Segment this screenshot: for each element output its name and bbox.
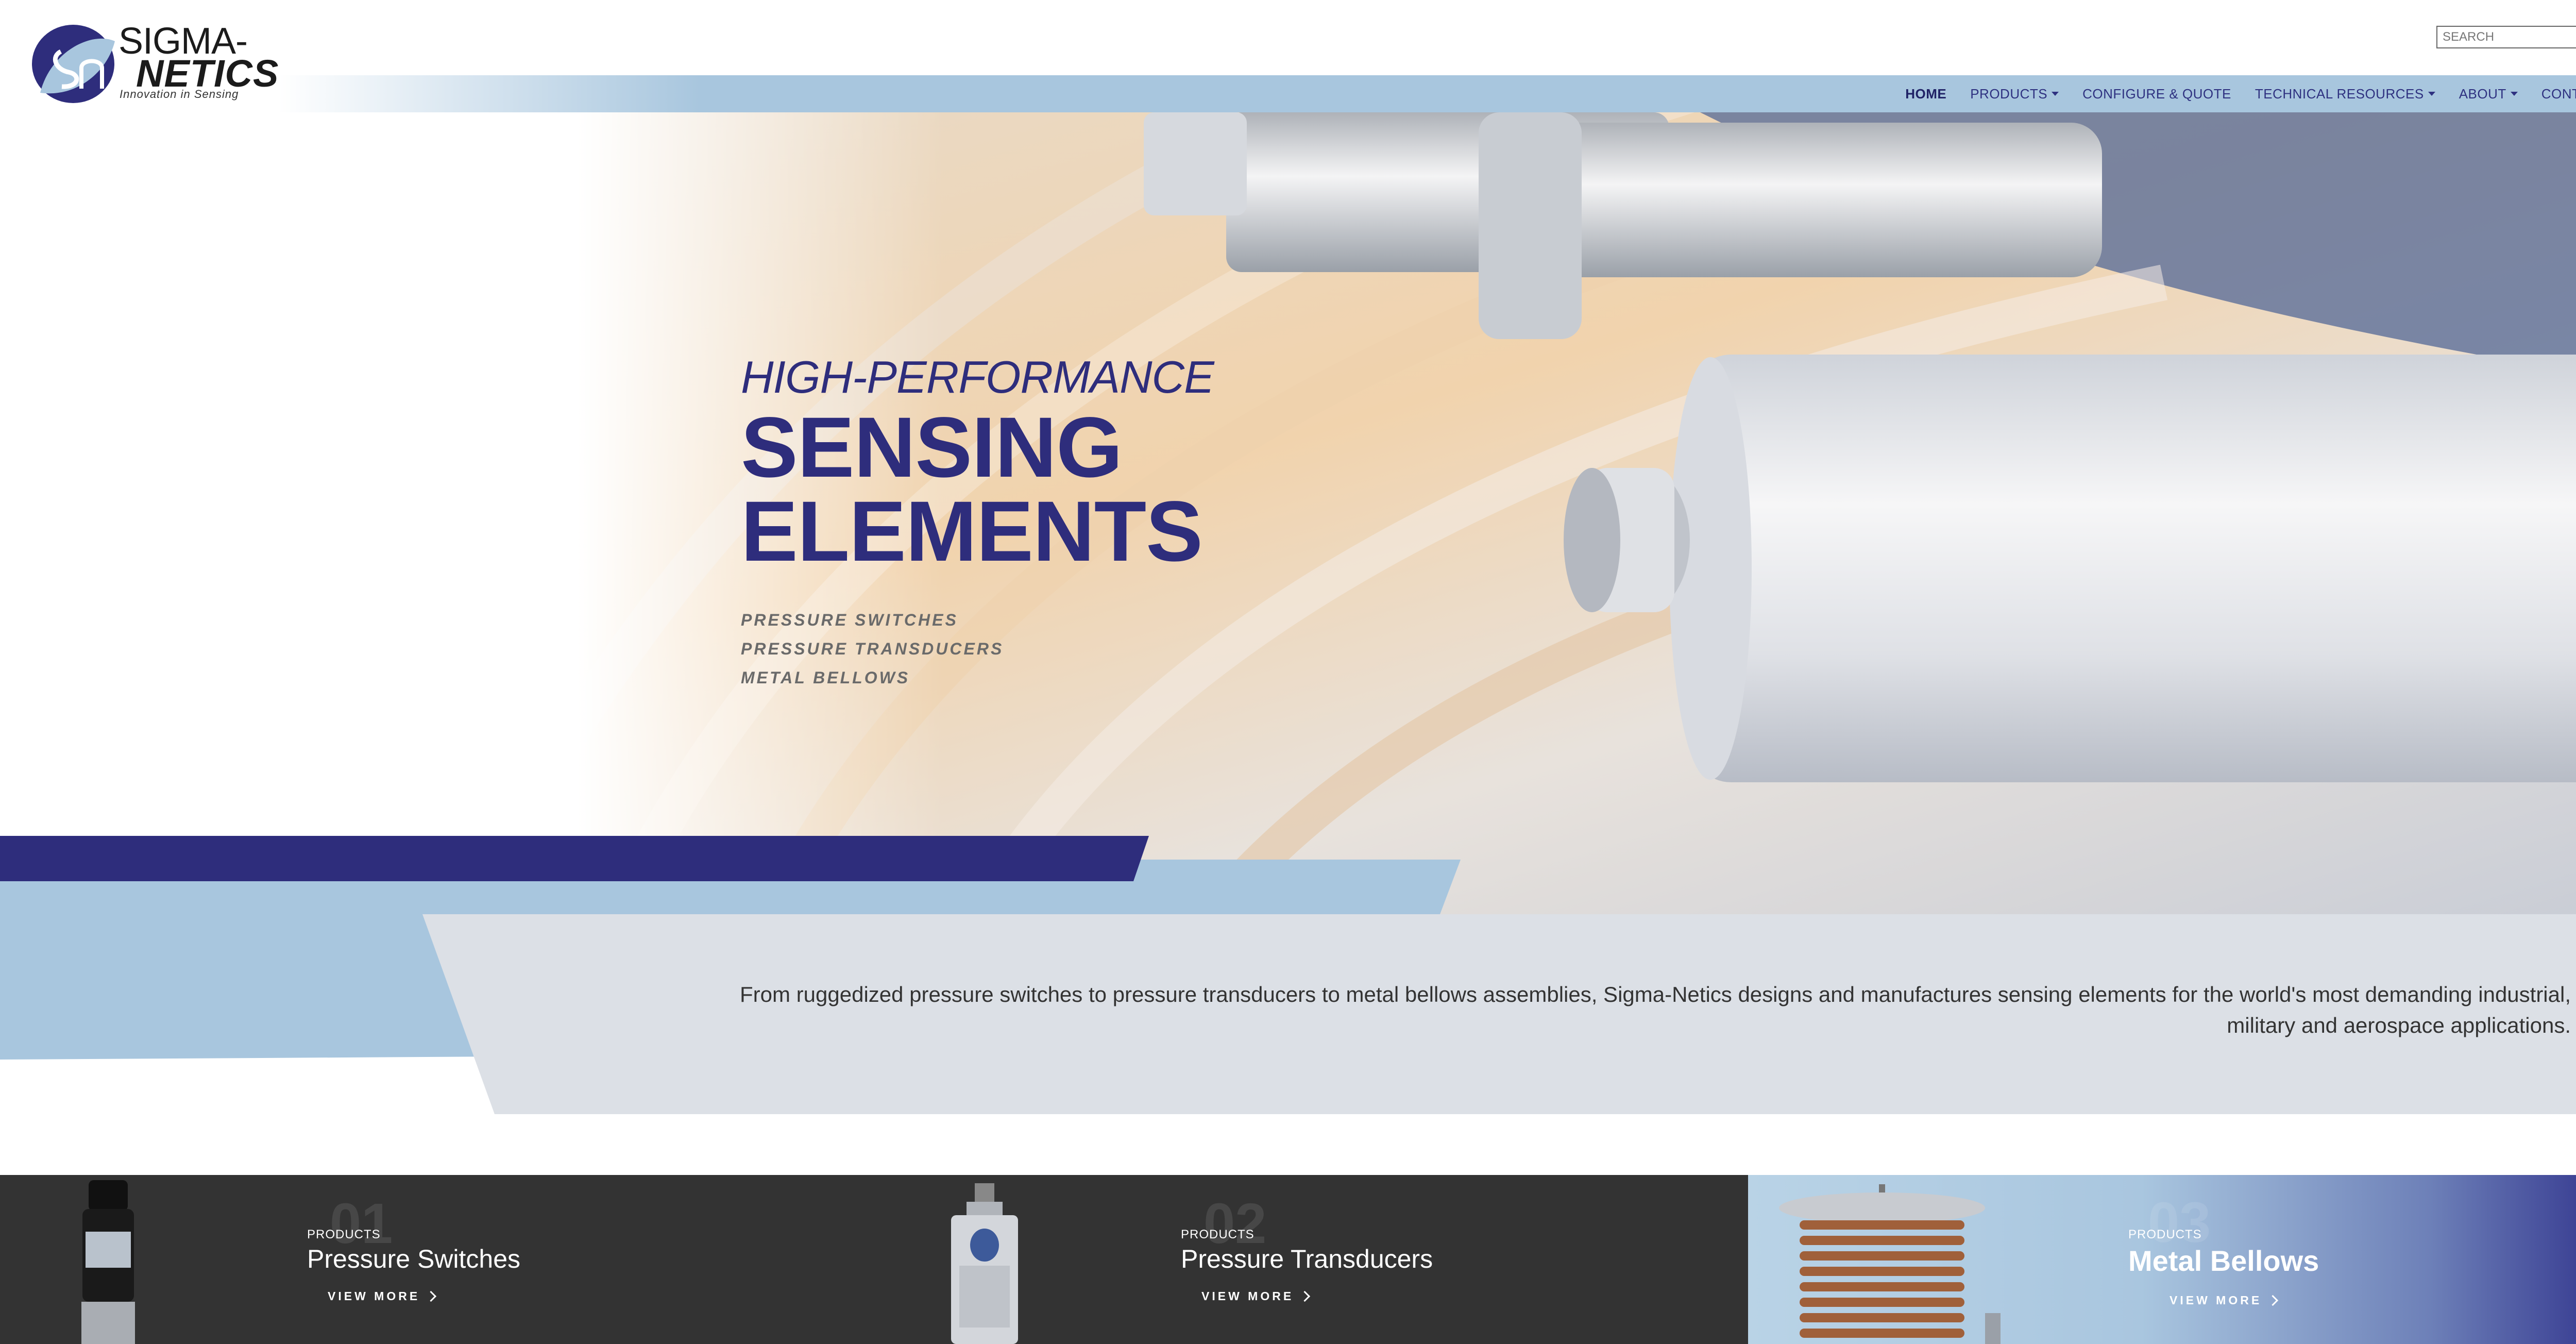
nav-item-technical-resources[interactable]: TECHNICAL RESOURCES	[2255, 86, 2435, 102]
hero-list-item: METAL BELLOWS	[741, 668, 910, 687]
nav-item-label: HOME	[1905, 86, 1947, 102]
hero-kicker: HIGH-PERFORMANCE	[741, 351, 1214, 402]
view-more-label: VIEW MORE	[1201, 1289, 1294, 1303]
hero-title-line2: ELEMENTS	[741, 483, 1203, 579]
card-title: Pressure Switches	[307, 1245, 521, 1273]
nav-item-products[interactable]: PRODUCTS	[1970, 86, 2059, 102]
product-card-metal-bellows[interactable]: 03 PRODUCTS Metal Bellows VIEW MORE	[1748, 1175, 2576, 1344]
nav-item-about[interactable]: ABOUT	[2459, 86, 2518, 102]
caret-down-icon	[2510, 92, 2518, 96]
logo-tagline: Innovation in Sensing	[120, 88, 239, 100]
card-kicker: PRODUCTS	[2128, 1228, 2202, 1241]
view-more-link[interactable]: VIEW MORE	[2170, 1293, 2279, 1307]
caret-down-icon	[2052, 92, 2059, 96]
pressure-switch-image	[81, 1180, 135, 1344]
chevron-right-icon	[426, 1290, 437, 1302]
metal-bellows-image	[1779, 1184, 2001, 1344]
brand-logo[interactable]: SIGMA- NETICS Innovation in Sensing	[30, 21, 278, 105]
hero-product-list: PRESSURE SWITCHES PRESSURE TRANSDUCERS M…	[741, 606, 1462, 692]
nav-menu: HOME PRODUCTS CONFIGURE & QUOTE TECHNICA…	[1905, 75, 2576, 112]
intro-paragraph: From ruggedized pressure switches to pre…	[740, 982, 2571, 1037]
hero-banner: HIGH-PERFORMANCE SENSING ELEMENTS PRESSU…	[0, 112, 2576, 914]
nav-item-label: CONFIGURE & QUOTE	[2082, 86, 2231, 102]
nav-item-contact[interactable]: CONTACT	[2541, 86, 2576, 102]
product-card-pressure-switches[interactable]: 01 PRODUCTS Pressure Switches VIEW MORE	[0, 1175, 874, 1344]
card-title: Pressure Transducers	[1181, 1245, 1433, 1273]
card-kicker: PRODUCTS	[1181, 1228, 1255, 1241]
hero-title-line1: SENSING	[741, 400, 1123, 495]
product-card-pressure-transducers[interactable]: 02 PRODUCTS Pressure Transducers VIEW MO…	[874, 1175, 1748, 1344]
chevron-right-icon	[1299, 1290, 1311, 1302]
nav-item-label: CONTACT	[2541, 86, 2576, 102]
view-more-label: VIEW MORE	[2170, 1293, 2262, 1307]
logo-mark-icon	[32, 25, 115, 103]
main-navbar: HOME PRODUCTS CONFIGURE & QUOTE TECHNICA…	[278, 75, 2576, 112]
card-kicker: PRODUCTS	[307, 1228, 381, 1241]
caret-down-icon	[2428, 92, 2435, 96]
view-more-link[interactable]: VIEW MORE	[1201, 1289, 1311, 1303]
nav-item-label: ABOUT	[2459, 86, 2506, 102]
pressure-transducer-image	[951, 1183, 1018, 1344]
nav-item-label: TECHNICAL RESOURCES	[2255, 86, 2424, 102]
nav-item-configure-quote[interactable]: CONFIGURE & QUOTE	[2082, 86, 2231, 102]
nav-item-home[interactable]: HOME	[1905, 86, 1946, 102]
hero-text: HIGH-PERFORMANCE SENSING ELEMENTS PRESSU…	[741, 355, 1462, 692]
hero-list-item: PRESSURE SWITCHES	[741, 611, 958, 630]
product-cards: 01 PRODUCTS Pressure Switches VIEW MORE …	[0, 1175, 2576, 1344]
hero-list-item: PRESSURE TRANSDUCERS	[741, 640, 1004, 659]
site-header: SIGMA- NETICS Innovation in Sensing HOME…	[0, 0, 2576, 112]
decorative-stripes	[0, 836, 2576, 1114]
card-number: 03	[2148, 1191, 2211, 1254]
logo-name-line2: NETICS	[136, 52, 279, 95]
search-input[interactable]	[2436, 26, 2576, 48]
card-title: Metal Bellows	[2128, 1245, 2319, 1277]
nav-item-label: PRODUCTS	[1970, 86, 2048, 102]
view-more-label: VIEW MORE	[328, 1289, 420, 1303]
view-more-link[interactable]: VIEW MORE	[328, 1289, 437, 1303]
chevron-right-icon	[2267, 1295, 2279, 1306]
